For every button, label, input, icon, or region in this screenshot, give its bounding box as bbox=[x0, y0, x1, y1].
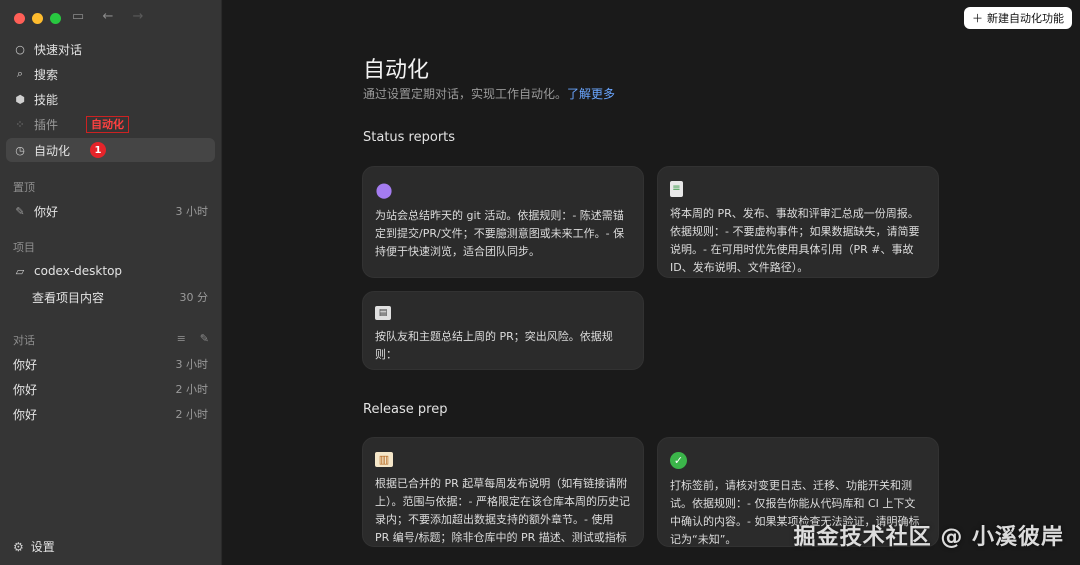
minimize-window-button[interactable] bbox=[32, 13, 43, 24]
new-automation-button[interactable]: ＋ 新建自动化功能 bbox=[964, 7, 1072, 29]
close-window-button[interactable] bbox=[14, 13, 25, 24]
nav-automation[interactable]: ◷ 自动化 1 bbox=[6, 138, 215, 162]
chat-item-time: 3 小时 bbox=[175, 358, 209, 371]
settings-label: 设置 bbox=[30, 540, 55, 554]
pin-icon: ✎ bbox=[15, 204, 25, 218]
card-text: 将本周的 PR、发布、事故和评审汇总成一份周报。依据规则：- 不要虚构事件；如果… bbox=[670, 207, 920, 274]
subtitle-text: 通过设置定期对话，实现工作自动化。 bbox=[363, 87, 568, 101]
projects-header: 项目 bbox=[13, 241, 35, 254]
release-prep-header: Release prep bbox=[363, 402, 448, 417]
newspaper-icon: ▤ bbox=[375, 306, 391, 320]
window-controls bbox=[14, 13, 61, 24]
cube-icon: ⬢ bbox=[15, 92, 25, 106]
annotation-label: 自动化 bbox=[86, 116, 129, 133]
check-circle-icon: ✓ bbox=[670, 452, 687, 469]
chats-header-row: 对话 ≡ ✎ bbox=[13, 332, 209, 348]
folder-icon: ▱ bbox=[15, 264, 25, 278]
nav-search[interactable]: ⌕ 搜索 bbox=[6, 62, 215, 86]
automation-card[interactable]: ▤ 按队友和主题总结上周的 PR；突出风险。依据规则： bbox=[362, 291, 644, 370]
pinned-item-time: 3 小时 bbox=[175, 205, 209, 218]
filter-icon[interactable]: ≡ bbox=[177, 332, 186, 348]
purple-shapes-icon: ⬤ bbox=[375, 181, 393, 199]
chat-item-time: 2 小时 bbox=[175, 408, 209, 421]
chats-header: 对话 bbox=[13, 334, 35, 347]
projects-list: ▱ codex-desktop 查看项目内容 30 分 bbox=[6, 259, 215, 309]
project-chat-time: 30 分 bbox=[179, 291, 209, 304]
sidebar-toggle-icon[interactable]: ▭ bbox=[70, 9, 86, 24]
pinned-list: ✎ 你好 3 小时 bbox=[6, 199, 215, 223]
chat-item-time: 2 小时 bbox=[175, 383, 209, 396]
new-chat-icon[interactable]: ✎ bbox=[200, 332, 209, 348]
clock-icon: ◷ bbox=[15, 143, 25, 157]
primary-nav: ○ 快速对话 ⌕ 搜索 ⬢ 技能 ⁘ 插件 ◷ 自动化 1 bbox=[6, 37, 215, 162]
nav-label: 搜索 bbox=[34, 67, 59, 82]
status-reports-header: Status reports bbox=[363, 130, 456, 145]
chat-bubble-icon: ○ bbox=[15, 42, 25, 56]
chat-item-label: 你好 bbox=[13, 382, 38, 397]
chat-item[interactable]: 你好 2 小时 bbox=[6, 377, 215, 401]
search-icon: ⌕ bbox=[16, 67, 24, 80]
card-text: 为站会总结昨天的 git 活动。依据规则：- 陈述需锚定到提交/PR/文件；不要… bbox=[375, 209, 625, 258]
sidebar: ▭ ← → ○ 快速对话 ⌕ 搜索 ⬢ 技能 ⁘ 插件 ◷ 自动化 1 自动化 … bbox=[0, 0, 222, 565]
back-arrow-icon[interactable]: ← bbox=[100, 9, 116, 24]
settings-button[interactable]: ⚙ 设置 bbox=[13, 538, 55, 555]
project-name: codex-desktop bbox=[34, 264, 123, 278]
grid-icon: ⁘ bbox=[15, 117, 25, 131]
new-automation-label: 新建自动化功能 bbox=[987, 12, 1064, 25]
card-text: 按队友和主题总结上周的 PR；突出风险。依据规则： bbox=[375, 330, 613, 361]
toolbar-icons: ▭ ← → bbox=[70, 9, 146, 24]
nav-label: 插件 bbox=[34, 117, 59, 132]
pinned-header: 置顶 bbox=[13, 181, 35, 194]
chats-list: 你好 3 小时 你好 2 小时 你好 2 小时 bbox=[6, 352, 215, 426]
gear-icon: ⚙ bbox=[13, 539, 24, 554]
learn-more-link[interactable]: 了解更多 bbox=[567, 87, 615, 101]
pinned-item-label: 你好 bbox=[34, 204, 59, 219]
page-title: 自动化 bbox=[363, 58, 430, 83]
chat-item-label: 你好 bbox=[13, 407, 38, 422]
automation-card[interactable]: ⬤ 为站会总结昨天的 git 活动。依据规则：- 陈述需锚定到提交/PR/文件；… bbox=[362, 166, 644, 278]
book-icon: ▥ bbox=[375, 452, 393, 467]
chat-item[interactable]: 你好 2 小时 bbox=[6, 402, 215, 426]
nav-label: 自动化 bbox=[34, 143, 71, 158]
zoom-window-button[interactable] bbox=[50, 13, 61, 24]
nav-quick-chat[interactable]: ○ 快速对话 bbox=[6, 37, 215, 61]
forward-arrow-icon[interactable]: → bbox=[130, 9, 146, 24]
card-text: 根据已合并的 PR 起草每周发布说明（如有链接请附上）。范围与依据：- 严格限定… bbox=[375, 477, 630, 544]
nav-label: 技能 bbox=[34, 92, 59, 107]
project-item[interactable]: ▱ codex-desktop bbox=[6, 259, 215, 283]
chat-item[interactable]: 你好 3 小时 bbox=[6, 352, 215, 376]
nav-label: 快速对话 bbox=[34, 42, 83, 57]
automation-card[interactable]: ▥ 根据已合并的 PR 起草每周发布说明（如有链接请附上）。范围与依据：- 严格… bbox=[362, 437, 644, 547]
project-chat-label: 查看项目内容 bbox=[32, 290, 105, 305]
automation-card[interactable]: ≡ 将本周的 PR、发布、事故和评审汇总成一份周报。依据规则：- 不要虚构事件；… bbox=[657, 166, 939, 278]
project-chat-item[interactable]: 查看项目内容 30 分 bbox=[6, 285, 215, 309]
nav-skills[interactable]: ⬢ 技能 bbox=[6, 87, 215, 111]
pinned-item[interactable]: ✎ 你好 3 小时 bbox=[6, 199, 215, 223]
main-panel: ＋ 新建自动化功能 自动化 通过设置定期对话，实现工作自动化。了解更多 Stat… bbox=[223, 0, 1080, 565]
chat-item-label: 你好 bbox=[13, 357, 38, 372]
step-badge: 1 bbox=[90, 142, 106, 158]
app-window: ▭ ← → ○ 快速对话 ⌕ 搜索 ⬢ 技能 ⁘ 插件 ◷ 自动化 1 自动化 … bbox=[0, 0, 1080, 565]
watermark: 掘金技术社区 @ 小溪彼岸 bbox=[793, 525, 1064, 550]
page-subtitle: 通过设置定期对话，实现工作自动化。了解更多 bbox=[363, 85, 615, 102]
document-icon: ≡ bbox=[670, 181, 683, 197]
plus-icon: ＋ bbox=[972, 12, 983, 25]
